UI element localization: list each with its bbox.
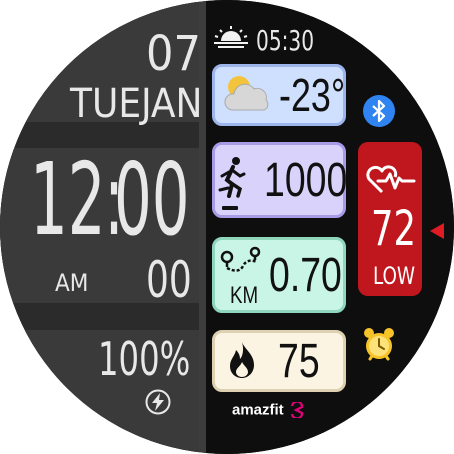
watch-face: 07 TUE JAN 12 : 00 AM 00 100% 05:30 -23°… bbox=[0, 0, 454, 454]
time-seconds: 00 bbox=[146, 251, 192, 309]
steps-runner-icon bbox=[216, 156, 248, 212]
calories-value: 75 bbox=[278, 335, 320, 388]
alarm-clock-icon bbox=[362, 326, 396, 362]
calories-flame-icon bbox=[227, 341, 257, 379]
column-divider bbox=[199, 0, 206, 454]
brand-mark-icon bbox=[290, 400, 304, 420]
brand-logo-text: amazfit bbox=[232, 401, 284, 419]
bluetooth-icon bbox=[362, 94, 396, 128]
brand-logo: amazfit bbox=[232, 400, 304, 423]
date-day: 07 bbox=[146, 26, 201, 82]
distance-route-icon bbox=[219, 246, 263, 276]
weather-temperature: -23° bbox=[279, 69, 346, 121]
battery-value: 100% bbox=[98, 332, 191, 386]
heart-rate-value: 72 bbox=[371, 201, 417, 257]
time-hours: 12 bbox=[30, 141, 106, 258]
date-month: JAN bbox=[141, 81, 203, 127]
charging-bolt-icon bbox=[145, 389, 171, 415]
distance-unit: KM bbox=[230, 282, 259, 309]
sunrise-icon bbox=[212, 25, 250, 49]
heart-rate-zone: LOW bbox=[373, 262, 416, 290]
sunrise-time: 05:30 bbox=[256, 24, 315, 57]
heart-rate-icon bbox=[364, 164, 416, 196]
pointer-triangle-icon bbox=[429, 222, 445, 240]
date-weekday: TUE bbox=[70, 81, 142, 127]
steps-value: 1000 bbox=[264, 154, 348, 207]
time-minutes: 00 bbox=[114, 141, 190, 258]
time-ampm: AM bbox=[55, 269, 89, 297]
weather-cloud-icon bbox=[222, 72, 272, 114]
distance-value: 0.70 bbox=[269, 249, 342, 302]
